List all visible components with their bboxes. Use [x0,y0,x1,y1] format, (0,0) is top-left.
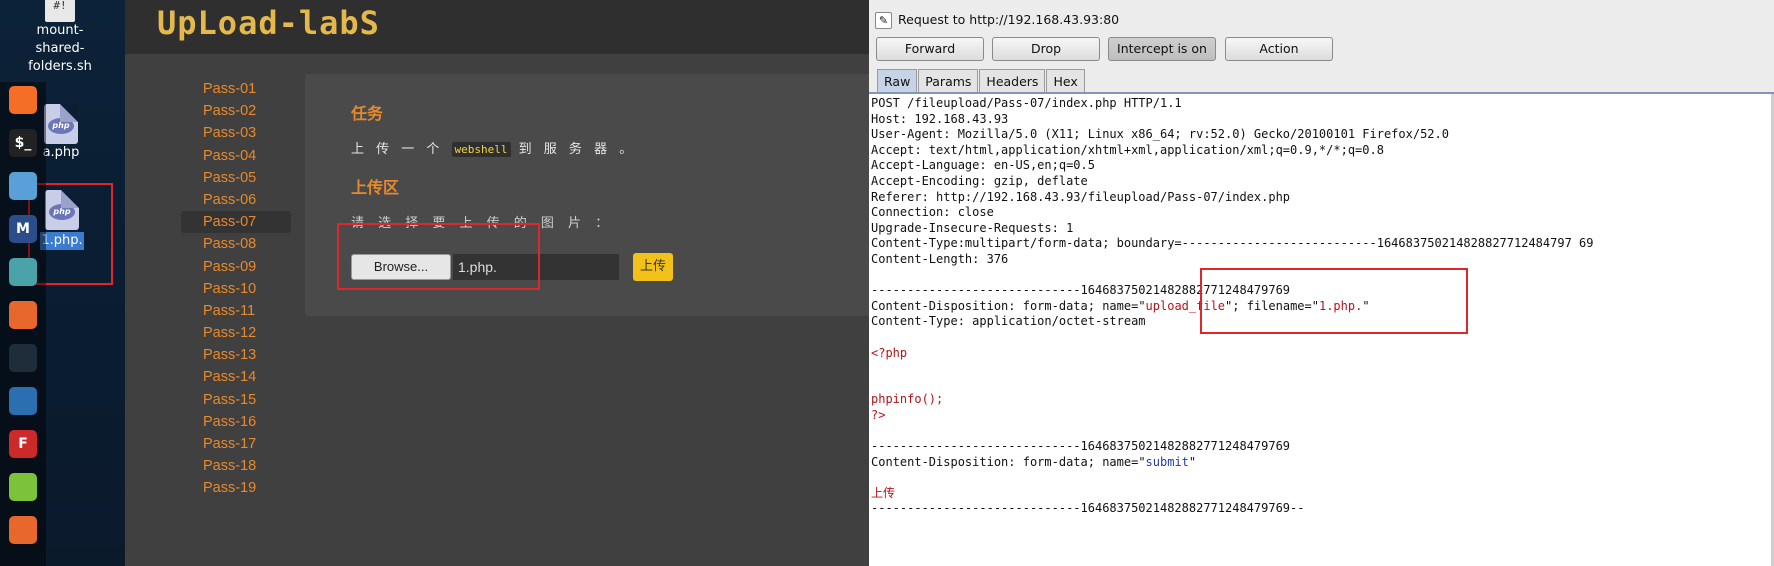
task-panel: 任务 上 传 一 个 webshell 到 服 务 器 。 上传区 请 选 择 … [305,74,869,316]
drop-button[interactable]: Drop [992,37,1100,61]
action-button[interactable]: Action [1225,37,1333,61]
request-target-text: Request to http://192.168.43.93:80 [898,12,1120,27]
metasploit-icon[interactable]: M [9,215,37,243]
raw-line: Accept-Language: en-US,en;q=0.5 [871,158,1095,173]
raw-line: Content-Length: 376 [871,251,1009,266]
maltego-icon[interactable] [9,344,37,372]
tab-raw[interactable]: Raw [877,69,918,93]
raw-line: Content-Type:multipart/form-data; bounda… [871,236,1594,251]
burp-intercept-panel: ✎ Request to http://192.168.43.93:80 Forw… [869,0,1774,566]
app-dock: $_ M F [0,82,46,566]
upload-submit-button[interactable]: 上传 [633,253,673,281]
task-description: 上 传 一 个 webshell 到 服 务 器 。 [351,138,636,157]
raw-line: Upgrade-Insecure-Requests: 1 [871,220,1074,235]
pass-link-pass-13[interactable]: Pass-13 [181,344,291,366]
pass-link-pass-17[interactable]: Pass-17 [181,433,291,455]
pass-link-pass-04[interactable]: Pass-04 [181,145,291,167]
armitage-icon[interactable] [9,258,37,286]
raw-line: Connection: close [871,205,994,220]
burpsuite-icon[interactable] [9,301,37,329]
raw-line [871,470,1774,486]
desktop-file-a-php[interactable]: php a.php [40,104,82,162]
desktop: #! mount- shared- folders.sh php a.php p… [0,0,125,566]
raw-line: Host: 192.168.43.93 [871,111,1009,126]
pass-link-pass-02[interactable]: Pass-02 [181,100,291,122]
pass-link-pass-12[interactable]: Pass-12 [181,322,291,344]
site-logo[interactable]: UpLoad-labS [157,4,380,42]
raw-line: Accept-Encoding: gzip, deflate [871,173,1088,188]
pass-link-pass-08[interactable]: Pass-08 [181,233,291,255]
tab-headers[interactable]: Headers [979,69,1046,93]
pass-link-pass-03[interactable]: Pass-03 [181,122,291,144]
raw-line: Content-Disposition: form-data; name="su… [871,454,1197,469]
pass-link-pass-14[interactable]: Pass-14 [181,366,291,388]
pass-link-pass-18[interactable]: Pass-18 [181,455,291,477]
pass-link-pass-01[interactable]: Pass-01 [181,78,291,100]
tab-params[interactable]: Params [918,69,979,93]
raw-line: phpinfo(); [871,392,944,407]
highlight-box-filename [1200,268,1468,334]
raw-line: <?php [871,345,908,360]
forward-button[interactable]: Forward [876,37,984,61]
intercept-toggle-button[interactable]: Intercept is on [1108,37,1216,61]
desktop-file-label: a.php [42,145,80,160]
pass-link-pass-10[interactable]: Pass-10 [181,278,291,300]
raw-line [871,423,1774,439]
edit-pencil-icon[interactable]: ✎ [875,12,892,29]
php-file-icon: php [44,104,78,144]
desktop-file-mount-shared-folders[interactable]: #! mount- shared- folders.sh [14,0,106,76]
tab-hex[interactable]: Hex [1046,69,1085,93]
pass-list: Pass-01 Pass-02 Pass-03 Pass-04 Pass-05 Pass-… [181,78,291,500]
firefox-icon[interactable] [9,86,37,114]
webshell-code: webshell [451,142,511,157]
pass-link-pass-06[interactable]: Pass-06 [181,189,291,211]
pass-link-pass-15[interactable]: Pass-15 [181,389,291,411]
desktop-file-label: folders.sh [28,59,92,74]
raw-line [871,361,1774,377]
terminal-icon[interactable]: $_ [9,129,37,157]
pass-link-pass-07[interactable]: Pass-07 [181,211,291,234]
task-text-prefix: 上 传 一 个 [351,142,444,157]
files-icon[interactable] [9,172,37,200]
faraday-icon[interactable]: F [9,430,37,458]
upload-labs-page: UpLoad-labS Pass-01 Pass-02 Pass-03 Pass-04… [125,0,869,566]
burp2-icon[interactable] [9,516,37,544]
pass-link-pass-19[interactable]: Pass-19 [181,477,291,499]
raw-line: ?> [871,407,886,422]
raw-line: 上传 [871,485,896,500]
raw-line: -----------------------------16468375021… [871,439,1291,454]
raw-line: Accept: text/html,application/xhtml+xml,… [871,142,1384,157]
raw-line: Referer: http://192.168.43.93/fileupload… [871,189,1291,204]
pass-link-pass-05[interactable]: Pass-05 [181,167,291,189]
pass-link-pass-09[interactable]: Pass-09 [181,256,291,278]
request-target-bar: ✎ Request to http://192.168.43.93:80 [875,10,1119,30]
page-header: UpLoad-labS [125,0,869,54]
beef-icon[interactable] [9,387,37,415]
highlight-box-file-input [337,223,540,290]
pass-link-pass-16[interactable]: Pass-16 [181,411,291,433]
message-tabs: Raw Params Headers Hex [877,69,1086,93]
upload-heading: 上传区 [351,178,400,197]
task-heading: 任务 [351,104,384,123]
raw-line: User-Agent: Mozilla/5.0 (X11; Linux x86_… [871,127,1449,142]
raw-line: POST /fileupload/Pass-07/index.php HTTP/… [871,96,1182,110]
task-text-suffix: 到 服 务 器 。 [518,142,637,157]
desktop-file-label: shared- [35,41,85,56]
script-file-icon: #! [45,0,75,22]
desktop-file-label: mount- [36,23,84,38]
notes-icon[interactable] [9,473,37,501]
raw-line: -----------------------------16468375021… [871,501,1305,516]
pass-link-pass-11[interactable]: Pass-11 [181,300,291,322]
raw-line [871,377,1774,393]
